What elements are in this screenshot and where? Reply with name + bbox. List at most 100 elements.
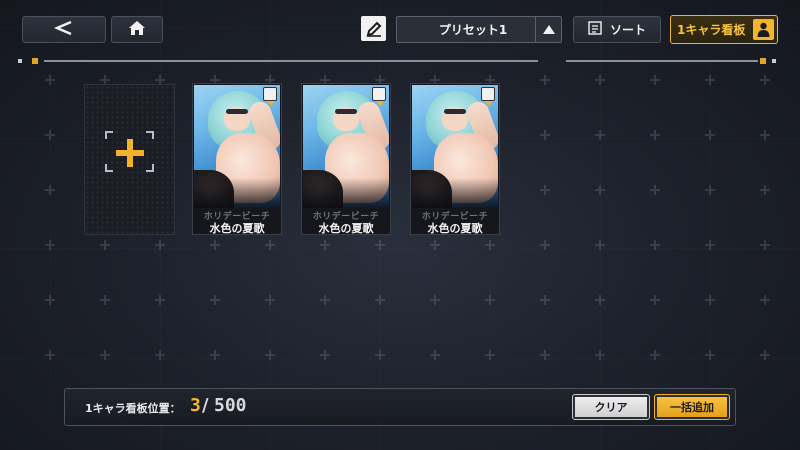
bulk-add-label: 一括追加 <box>670 401 714 414</box>
divider-dot <box>18 59 22 63</box>
background-plus-mark <box>100 240 110 250</box>
card-title: 水色の夏歌 <box>209 222 265 235</box>
background-plus-mark <box>595 350 605 360</box>
clear-label: クリア <box>594 401 628 414</box>
background-plus-mark <box>320 295 330 305</box>
board-toggle-button[interactable]: 1キャラ看板 <box>670 15 778 44</box>
divider-line <box>44 60 538 62</box>
background-plus-mark <box>540 350 550 360</box>
background-plus-mark <box>760 130 770 140</box>
background-plus-mark <box>265 350 275 360</box>
board-position-separator: / <box>202 395 209 416</box>
background-plus-mark <box>540 75 550 85</box>
background-plus-mark <box>375 240 385 250</box>
corner-bracket <box>105 164 113 172</box>
background-plus-mark <box>210 240 220 250</box>
background-plus-mark <box>760 75 770 85</box>
background-plus-mark <box>45 240 55 250</box>
card-title: 水色の夏歌 <box>318 222 374 235</box>
background-plus-mark <box>320 240 330 250</box>
board-position-label: 1キャラ看板位置： <box>85 402 181 415</box>
home-icon <box>128 20 146 40</box>
background-plus-mark <box>705 295 715 305</box>
back-button[interactable] <box>22 16 106 43</box>
background-plus-mark <box>100 350 110 360</box>
background-plus-mark <box>265 240 275 250</box>
background-plus-mark <box>705 130 715 140</box>
background-plus-mark <box>540 240 550 250</box>
clear-button[interactable]: クリア <box>572 394 650 420</box>
header-divider-right <box>562 58 778 64</box>
background-plus-mark <box>45 130 55 140</box>
background-plus-mark <box>540 295 550 305</box>
add-character-slot[interactable] <box>84 84 175 235</box>
background-plus-mark <box>485 295 495 305</box>
sort-label: ソート <box>609 23 646 37</box>
background-plus-mark <box>320 350 330 360</box>
background-plus-mark <box>155 295 165 305</box>
background-plus-mark <box>595 295 605 305</box>
background-plus-mark <box>650 295 660 305</box>
background-plus-mark <box>705 75 715 85</box>
character-card[interactable]: ホリデービーチ 水色の夏歌 <box>410 83 500 235</box>
divider-notch <box>32 58 38 64</box>
background-plus-mark <box>265 295 275 305</box>
background-plus-mark <box>705 240 715 250</box>
background-plus-mark <box>540 185 550 195</box>
background-plus-mark <box>595 240 605 250</box>
background-plus-mark <box>650 130 660 140</box>
home-button[interactable] <box>111 16 163 43</box>
preset-selected-value: プリセット1 <box>438 23 508 37</box>
background-plus-mark <box>485 240 495 250</box>
background-plus-mark <box>760 185 770 195</box>
plus-icon <box>116 139 144 167</box>
board-position-current: 3 <box>190 395 201 416</box>
background-plus-mark <box>595 185 605 195</box>
background-plus-mark <box>375 295 385 305</box>
corner-bracket <box>105 131 113 139</box>
background-plus-mark <box>375 350 385 360</box>
sort-list-icon <box>588 21 602 38</box>
background-plus-mark <box>45 75 55 85</box>
background-plus-mark <box>430 350 440 360</box>
card-title: 水色の夏歌 <box>427 222 483 235</box>
corner-bracket <box>146 131 154 139</box>
background-plus-mark <box>650 350 660 360</box>
background-plus-mark <box>650 240 660 250</box>
chevron-left-icon <box>53 20 75 40</box>
board-position-max: 500 <box>214 395 247 416</box>
bottom-bar: 1キャラ看板位置： 3 / 500 クリア 一括追加 <box>64 388 736 426</box>
download-badge-icon <box>372 87 386 106</box>
divider-notch <box>760 58 766 64</box>
background-plus-mark <box>595 75 605 85</box>
background-plus-mark <box>45 295 55 305</box>
background-plus-mark <box>705 350 715 360</box>
background-plus-mark <box>760 350 770 360</box>
background-plus-mark <box>650 75 660 85</box>
character-card[interactable]: ホリデービーチ 水色の夏歌 <box>192 83 282 235</box>
background-plus-mark <box>650 185 660 195</box>
background-plus-mark <box>760 295 770 305</box>
divider-line <box>566 60 758 62</box>
background-plus-mark <box>485 350 495 360</box>
preset-select[interactable]: プリセット1 <box>396 16 562 43</box>
pencil-icon[interactable] <box>361 16 386 41</box>
triangle-up-icon[interactable] <box>535 17 561 42</box>
background-plus-mark <box>705 185 715 195</box>
background-plus-mark <box>155 350 165 360</box>
sort-button[interactable]: ソート <box>573 16 661 43</box>
background-plus-mark <box>100 295 110 305</box>
background-plus-mark <box>540 130 550 140</box>
background-plus-mark <box>45 185 55 195</box>
corner-bracket <box>146 164 154 172</box>
download-badge-icon <box>263 87 277 106</box>
background-plus-mark <box>595 130 605 140</box>
header-divider-left <box>18 58 542 64</box>
divider-dot <box>772 59 776 63</box>
bulk-add-button[interactable]: 一括追加 <box>654 394 730 420</box>
background-plus-mark <box>155 240 165 250</box>
character-card[interactable]: ホリデービーチ 水色の夏歌 <box>301 83 391 235</box>
background-plus-mark <box>210 295 220 305</box>
download-badge-icon <box>481 87 495 106</box>
board-toggle-label: 1キャラ看板 <box>677 23 746 37</box>
